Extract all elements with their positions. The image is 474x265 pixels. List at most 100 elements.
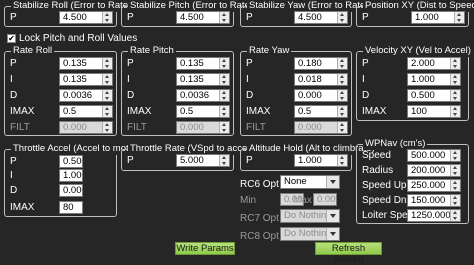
rate-pitch-i-label: I bbox=[127, 74, 130, 85]
spin-buttons[interactable] bbox=[102, 58, 112, 69]
stabilize-pitch-p-input[interactable]: 4.500 bbox=[176, 11, 230, 24]
spin-buttons[interactable] bbox=[450, 90, 460, 101]
rate-roll-imax-input[interactable]: 0.5 bbox=[59, 105, 113, 118]
rate-pitch-imax-input[interactable]: 0.5 bbox=[176, 105, 230, 118]
wpnav-loiter-speed-input[interactable]: 1250.000 bbox=[407, 209, 461, 222]
rate-roll-d-label: D bbox=[10, 90, 18, 101]
rate-pitch-filt-input[interactable]: 0.000 bbox=[176, 121, 230, 134]
rate-roll-p-input[interactable]: 0.135 bbox=[59, 57, 113, 70]
stabilize-roll-group: Stabilize Roll (Error to Rate) P 4.500 bbox=[4, 0, 134, 27]
spin-buttons[interactable] bbox=[219, 90, 229, 101]
spin-buttons[interactable] bbox=[102, 106, 112, 117]
rc6-max-input[interactable]: 0.000 bbox=[313, 193, 337, 206]
rate-roll-imax-label: IMAX bbox=[10, 106, 35, 117]
spin-buttons[interactable] bbox=[337, 106, 347, 117]
spin-buttons[interactable] bbox=[337, 90, 347, 101]
spin-buttons[interactable] bbox=[337, 155, 347, 166]
chevron-down-icon[interactable] bbox=[326, 176, 339, 188]
rc6-min-label: Min bbox=[240, 195, 257, 206]
rate-yaw-imax-input[interactable]: 0.5 bbox=[294, 105, 348, 118]
rc6-opt-dropdown[interactable]: None bbox=[280, 175, 340, 189]
spin-buttons[interactable] bbox=[450, 195, 460, 206]
rate-pitch-p-input[interactable]: 0.135 bbox=[176, 57, 230, 70]
velocity-xy-i-input[interactable]: 1.000 bbox=[407, 73, 461, 86]
rate-yaw-imax-label: IMAX bbox=[246, 106, 271, 117]
rate-roll-d-input[interactable]: 0.0036 bbox=[59, 89, 113, 102]
rate-roll-filt-input[interactable]: 0.000 bbox=[59, 121, 113, 134]
throttle-accel-i-input[interactable]: 1.000 bbox=[59, 169, 83, 182]
write-params-button[interactable]: Write Params bbox=[175, 242, 235, 255]
spin-buttons[interactable] bbox=[450, 210, 460, 221]
spin-buttons[interactable] bbox=[450, 165, 460, 176]
rate-yaw-filt-label: FILT bbox=[246, 122, 266, 133]
throttle-accel-d-input[interactable]: 0.000 bbox=[59, 184, 83, 197]
spin-buttons[interactable] bbox=[219, 155, 229, 166]
velocity-xy-p-label: P bbox=[362, 58, 369, 69]
velocity-xy-d-label: D bbox=[362, 90, 370, 101]
velocity-xy-imax-input[interactable]: 100 bbox=[407, 105, 461, 118]
lock-pitch-roll-checkbox[interactable]: ✔ bbox=[7, 34, 16, 43]
spin-buttons[interactable] bbox=[450, 74, 460, 85]
spin-buttons[interactable] bbox=[219, 58, 229, 69]
rc7-opt-dropdown[interactable]: Do Nothing bbox=[280, 209, 340, 223]
spin-buttons[interactable] bbox=[219, 74, 229, 85]
lock-pitch-roll-label: Lock Pitch and Roll Values bbox=[19, 33, 138, 44]
rate-yaw-d-input[interactable]: 0.000 bbox=[294, 89, 348, 102]
throttle-rate-p-input[interactable]: 5.000 bbox=[176, 154, 230, 167]
rate-pitch-i-input[interactable]: 0.135 bbox=[176, 73, 230, 86]
wpnav-group: WPNav (cm's) Speed 500.000 Radius 200.00… bbox=[356, 138, 469, 224]
rate-roll-i-input[interactable]: 0.135 bbox=[59, 73, 113, 86]
spin-buttons[interactable] bbox=[102, 122, 112, 133]
spin-buttons[interactable] bbox=[337, 58, 347, 69]
wpnav-speed-input[interactable]: 500.000 bbox=[407, 149, 461, 162]
spin-buttons[interactable] bbox=[337, 12, 347, 23]
refresh-screen-button[interactable]: Refresh Screen bbox=[315, 242, 382, 265]
wpnav-speed-up-input[interactable]: 250.000 bbox=[407, 179, 461, 192]
velocity-xy-imax-label: IMAX bbox=[362, 106, 387, 117]
spin-buttons[interactable] bbox=[219, 12, 229, 23]
rate-pitch-imax-label: IMAX bbox=[127, 106, 152, 117]
position-xy-p-input[interactable]: 1.000 bbox=[411, 11, 465, 24]
position-xy-p-label: P bbox=[362, 12, 369, 23]
stabilize-roll-p-label: P bbox=[10, 12, 17, 23]
rate-pitch-filt-label: FILT bbox=[127, 122, 147, 133]
rate-pitch-p-label: P bbox=[127, 58, 134, 69]
throttle-accel-d-label: D bbox=[10, 185, 18, 196]
rate-yaw-p-input[interactable]: 0.180 bbox=[294, 57, 348, 70]
stabilize-roll-p-input[interactable]: 4.500 bbox=[59, 11, 113, 24]
wpnav-speed-dn-input[interactable]: 150.000 bbox=[407, 194, 461, 207]
rate-yaw-p-label: P bbox=[246, 58, 253, 69]
spin-buttons[interactable] bbox=[450, 180, 460, 191]
spin-buttons[interactable] bbox=[337, 74, 347, 85]
stabilize-pitch-p-label: P bbox=[127, 12, 134, 23]
rate-yaw-group: Rate Yaw P 0.180 I 0.018 D 0.000 IMAX 0.… bbox=[240, 45, 352, 136]
throttle-accel-p-input[interactable]: 0.500 bbox=[59, 155, 83, 168]
altitude-hold-p-input[interactable]: 1.000 bbox=[294, 154, 348, 167]
spin-buttons[interactable] bbox=[337, 122, 347, 133]
rc8-opt-dropdown[interactable]: Do Nothing bbox=[280, 227, 340, 241]
rate-roll-title: Rate Roll bbox=[11, 45, 55, 57]
spin-buttons[interactable] bbox=[102, 74, 112, 85]
spin-buttons[interactable] bbox=[102, 90, 112, 101]
spin-buttons[interactable] bbox=[219, 106, 229, 117]
spin-buttons[interactable] bbox=[219, 122, 229, 133]
rate-yaw-filt-input[interactable]: 0.000 bbox=[294, 121, 348, 134]
chevron-down-icon[interactable] bbox=[326, 228, 339, 240]
throttle-accel-imax-input[interactable]: 80 bbox=[59, 201, 83, 214]
spin-buttons[interactable] bbox=[450, 106, 460, 117]
spin-buttons[interactable] bbox=[102, 12, 112, 23]
rate-yaw-i-input[interactable]: 0.018 bbox=[294, 73, 348, 86]
velocity-xy-d-input[interactable]: 0.500 bbox=[407, 89, 461, 102]
wpnav-radius-input[interactable]: 200.000 bbox=[407, 164, 461, 177]
velocity-xy-p-input[interactable]: 2.000 bbox=[407, 57, 461, 70]
rate-pitch-d-input[interactable]: 0.0036 bbox=[176, 89, 230, 102]
spin-buttons[interactable] bbox=[454, 12, 464, 23]
chevron-down-icon[interactable] bbox=[326, 210, 339, 222]
wpnav-speed-up-label: Speed Up bbox=[362, 180, 407, 191]
rc6-opt-label: RC6 Opt bbox=[240, 179, 279, 190]
spin-buttons[interactable] bbox=[450, 58, 460, 69]
spin-buttons[interactable] bbox=[450, 150, 460, 161]
stabilize-yaw-p-input[interactable]: 4.500 bbox=[294, 11, 348, 24]
velocity-xy-i-label: I bbox=[362, 74, 365, 85]
rate-roll-filt-label: FILT bbox=[10, 122, 30, 133]
